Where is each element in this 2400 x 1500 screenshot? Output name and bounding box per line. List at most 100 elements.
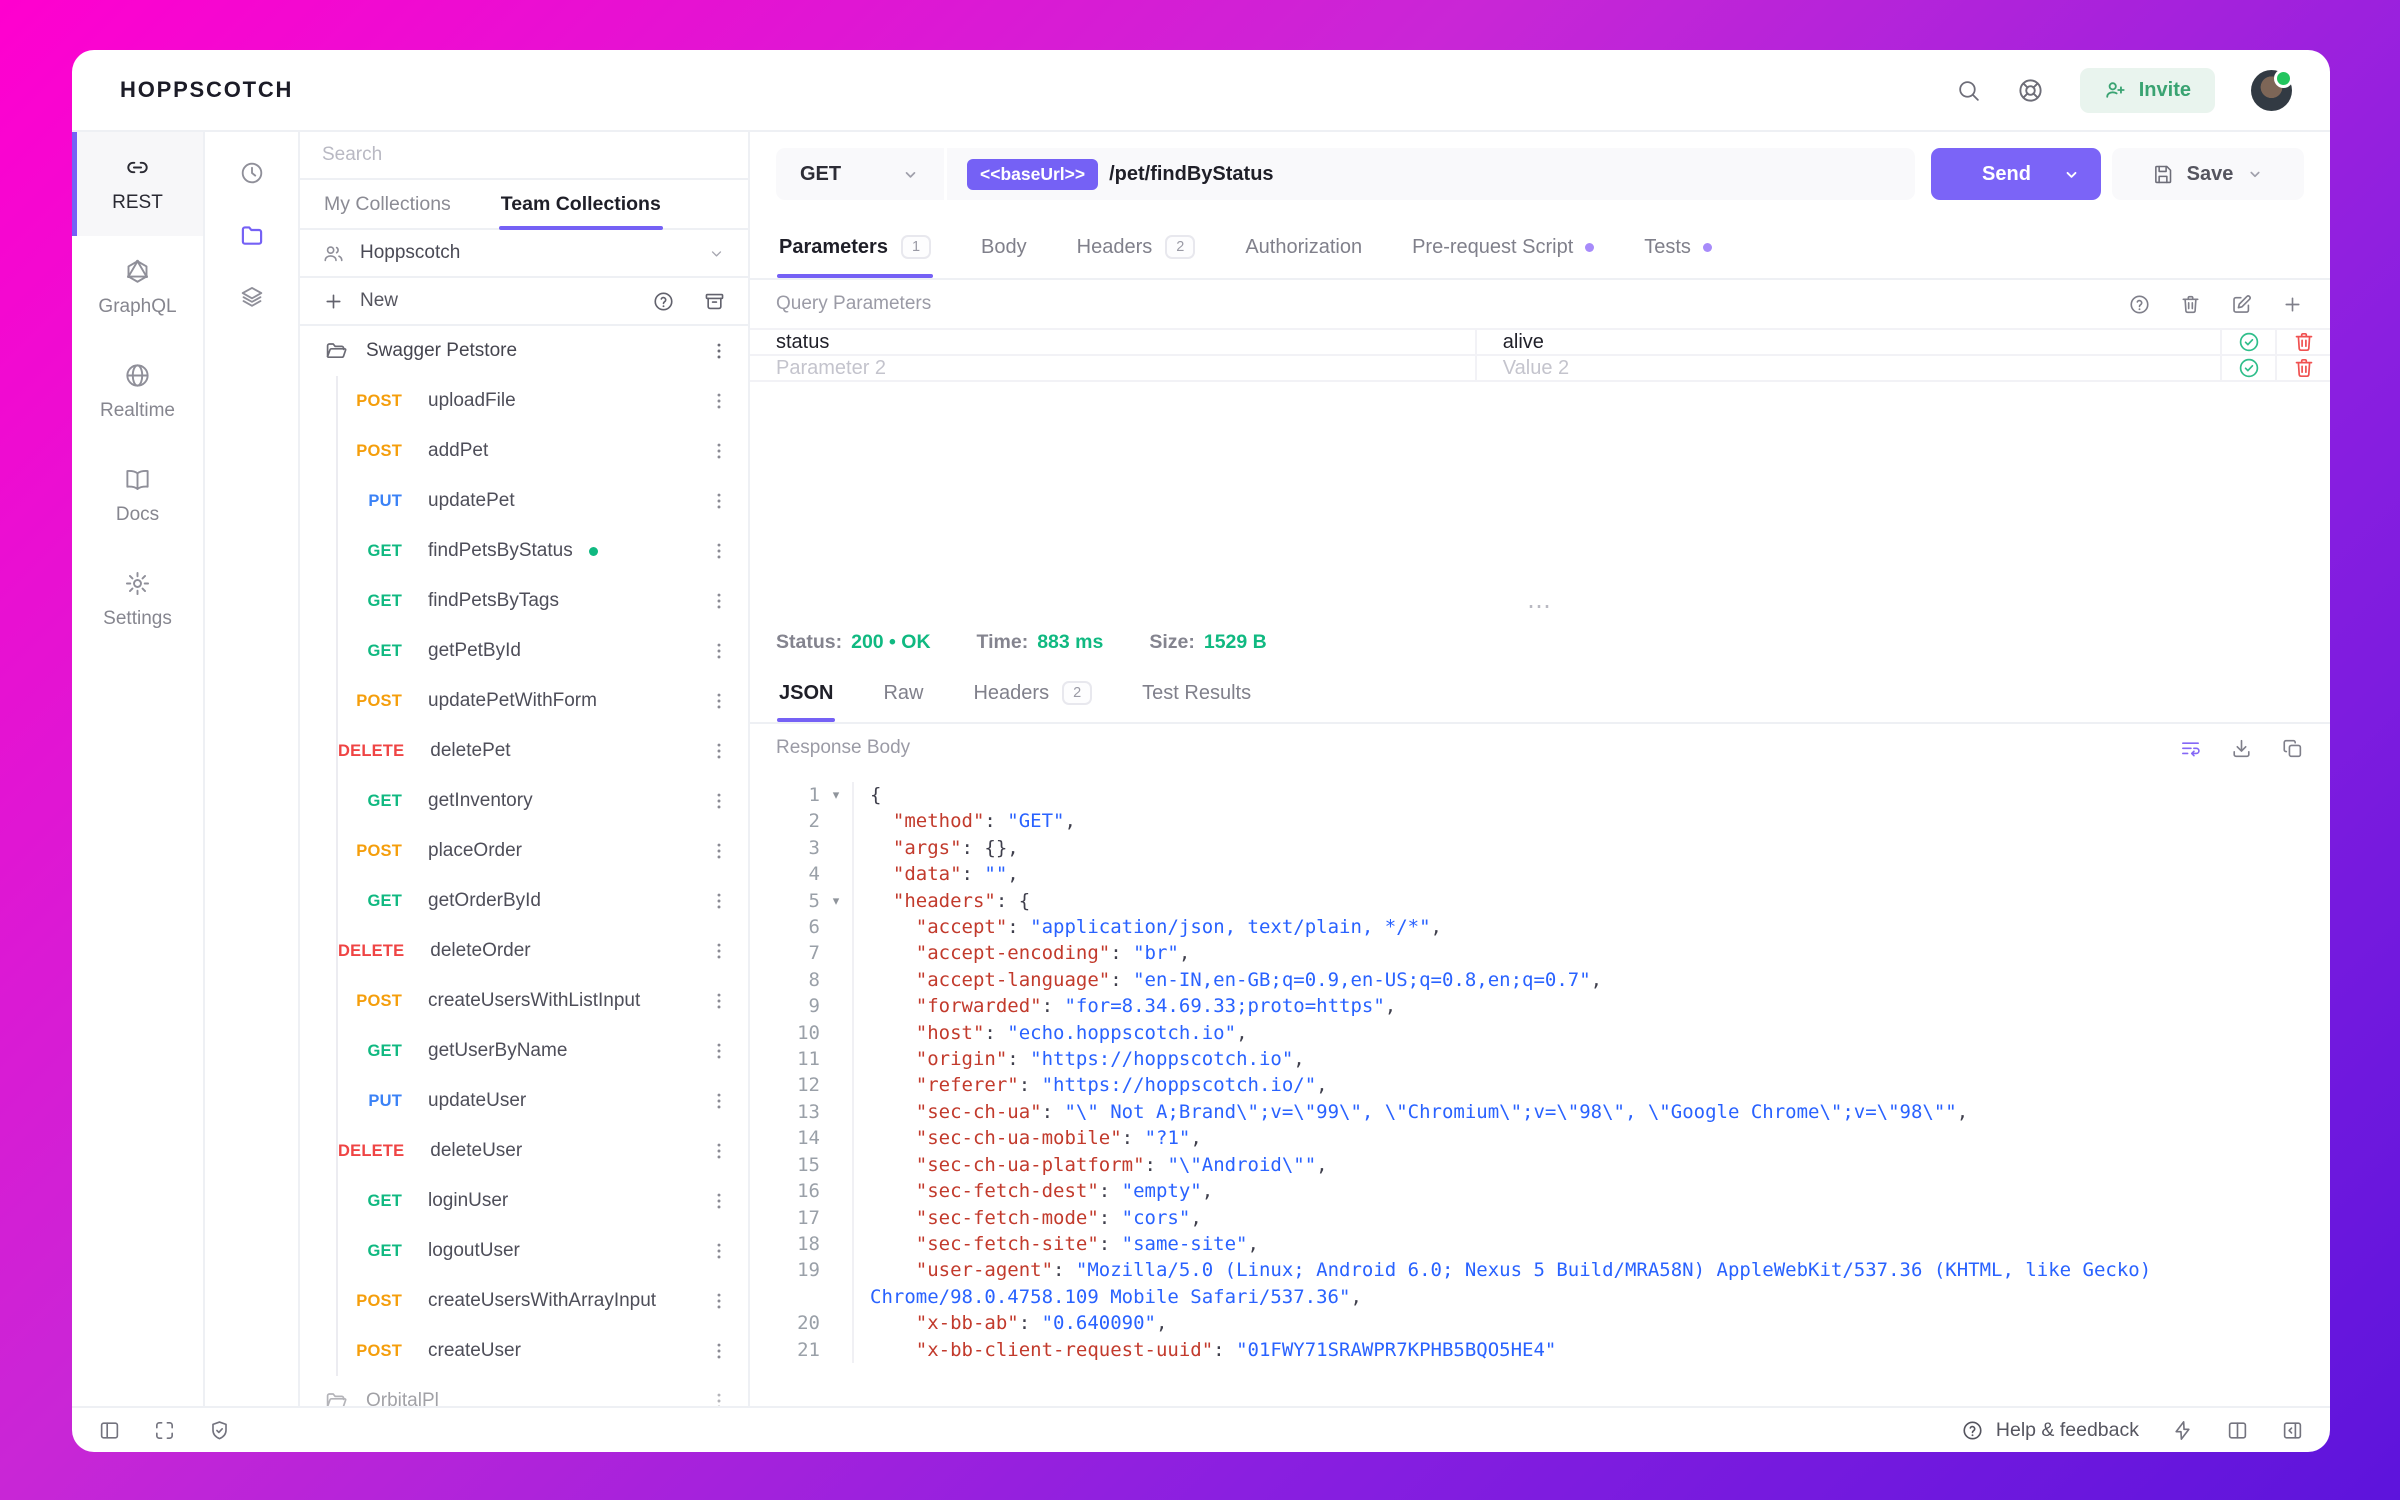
param-value-input[interactable]: Value 2 [1477, 356, 2220, 380]
help-feedback-link[interactable]: Help & feedback [1961, 1419, 2139, 1442]
param-active-toggle[interactable] [2220, 356, 2275, 380]
request-tab-pre-request-script[interactable]: Pre-request Script [1410, 216, 1596, 278]
request-item-loginuser[interactable]: GET loginUser [338, 1176, 748, 1226]
response-tab-test-results[interactable]: Test Results [1140, 664, 1253, 722]
nav-item-docs[interactable]: Docs [72, 444, 203, 548]
fullscreen-icon[interactable] [153, 1419, 176, 1442]
more-options-icon[interactable] [708, 740, 730, 762]
request-tab-authorization[interactable]: Authorization [1243, 216, 1364, 278]
request-item-logoutuser[interactable]: GET logoutUser [338, 1226, 748, 1276]
collections-search-input[interactable] [322, 144, 726, 166]
add-param-icon[interactable] [2281, 293, 2304, 316]
avatar[interactable] [2251, 68, 2293, 111]
request-item-updateuser[interactable]: PUT updateUser [338, 1076, 748, 1126]
response-code-viewer[interactable]: 1 ▾{2 "method": "GET", 3 "args": {}, 4 "dat… [750, 772, 2330, 1406]
more-options-icon[interactable] [708, 540, 730, 562]
chevron-down-icon[interactable] [2062, 165, 2081, 184]
request-item-getinventory[interactable]: GET getInventory [338, 776, 748, 826]
collections-tab-my[interactable]: My Collections [322, 180, 453, 228]
more-options-icon[interactable] [708, 640, 730, 662]
more-options-icon[interactable] [708, 440, 730, 462]
help-icon[interactable] [652, 290, 675, 313]
more-options-icon[interactable] [708, 990, 730, 1012]
pane-resize-handle[interactable] [750, 594, 2330, 620]
param-delete-button[interactable] [2275, 356, 2330, 380]
request-item-findpetsbytags[interactable]: GET findPetsByTags [338, 576, 748, 626]
nav-item-graphql[interactable]: GraphQL [72, 236, 203, 340]
more-options-icon[interactable] [708, 1240, 730, 1262]
team-selector[interactable]: Hoppscotch [300, 230, 748, 278]
more-options-icon[interactable] [708, 840, 730, 862]
download-icon[interactable] [2230, 737, 2253, 760]
response-tab-headers[interactable]: Headers 2 [971, 664, 1094, 722]
request-item-getuserbyname[interactable]: GET getUserByName [338, 1026, 748, 1076]
param-delete-button[interactable] [2275, 330, 2330, 354]
request-item-createuserswitharrayinput[interactable]: POST createUsersWithArrayInput [338, 1276, 748, 1326]
collection-item-partial[interactable]: OrbitalPl [300, 1376, 748, 1406]
delete-all-icon[interactable] [2179, 293, 2202, 316]
more-options-icon[interactable] [708, 690, 730, 712]
chevron-down-icon[interactable] [2246, 165, 2264, 183]
shortcuts-icon[interactable] [2171, 1419, 2194, 1442]
nav-item-realtime[interactable]: Realtime [72, 340, 203, 444]
request-item-createuser[interactable]: POST createUser [338, 1326, 748, 1376]
nav-item-rest[interactable]: REST [72, 132, 203, 236]
request-tab-body[interactable]: Body [979, 216, 1029, 278]
support-icon[interactable] [2017, 77, 2044, 104]
request-item-deletepet[interactable]: DELETE deletePet [338, 726, 748, 776]
split-layout-icon[interactable] [2226, 1419, 2249, 1442]
request-tab-headers[interactable]: Headers 2 [1075, 216, 1198, 278]
send-button[interactable]: Send [1931, 148, 2101, 200]
more-options-icon[interactable] [708, 1040, 730, 1062]
more-options-icon[interactable] [708, 390, 730, 412]
request-tab-tests[interactable]: Tests [1642, 216, 1714, 278]
wrap-lines-icon[interactable] [2179, 737, 2202, 760]
more-options-icon[interactable] [708, 890, 730, 912]
request-item-findpetsbystatus[interactable]: GET findPetsByStatus [338, 526, 748, 576]
param-key-input[interactable]: status [750, 330, 1477, 354]
new-collection-label[interactable]: New [360, 290, 398, 312]
request-item-updatepet[interactable]: PUT updatePet [338, 476, 748, 526]
plus-icon[interactable] [322, 290, 345, 313]
param-key-input[interactable]: Parameter 2 [750, 356, 1477, 380]
more-options-icon[interactable] [708, 1340, 730, 1362]
rail-item-collections[interactable] [205, 204, 298, 266]
request-item-deleteorder[interactable]: DELETE deleteOrder [338, 926, 748, 976]
param-active-toggle[interactable] [2220, 330, 2275, 354]
request-item-getpetbyid[interactable]: GET getPetById [338, 626, 748, 676]
method-select[interactable]: GET [776, 148, 944, 200]
request-item-uploadfile[interactable]: POST uploadFile [338, 376, 748, 426]
response-tab-json[interactable]: JSON [777, 664, 836, 722]
collapse-right-panel-icon[interactable] [2281, 1419, 2304, 1442]
shield-check-icon[interactable] [208, 1419, 231, 1442]
nav-item-settings[interactable]: Settings [72, 548, 203, 652]
request-item-deleteuser[interactable]: DELETE deleteUser [338, 1126, 748, 1176]
edit-icon[interactable] [2230, 293, 2253, 316]
request-item-createuserswithlistinput[interactable]: POST createUsersWithListInput [338, 976, 748, 1026]
rail-item-environments[interactable] [205, 266, 298, 328]
param-value-input[interactable]: alive [1477, 330, 2220, 354]
request-item-placeorder[interactable]: POST placeOrder [338, 826, 748, 876]
invite-button[interactable]: Invite [2079, 67, 2215, 113]
more-options-icon[interactable] [708, 1140, 730, 1162]
request-item-getorderbyid[interactable]: GET getOrderById [338, 876, 748, 926]
more-options-icon[interactable] [708, 1390, 730, 1406]
more-options-icon[interactable] [708, 1290, 730, 1312]
save-button[interactable]: Save [2112, 148, 2304, 200]
help-icon[interactable] [2128, 293, 2151, 316]
collection-item[interactable]: Swagger Petstore [300, 326, 748, 376]
more-options-icon[interactable] [708, 590, 730, 612]
collections-tab-team[interactable]: Team Collections [498, 180, 663, 230]
url-input[interactable]: <<baseUrl>> /pet/findByStatus [947, 148, 1915, 200]
request-item-addpet[interactable]: POST addPet [338, 426, 748, 476]
toggle-sidebar-icon[interactable] [98, 1419, 121, 1442]
more-options-icon[interactable] [708, 340, 730, 362]
more-options-icon[interactable] [708, 790, 730, 812]
rail-item-history[interactable] [205, 142, 298, 204]
request-tab-parameters[interactable]: Parameters 1 [777, 216, 934, 278]
more-options-icon[interactable] [708, 1190, 730, 1212]
more-options-icon[interactable] [708, 490, 730, 512]
search-icon[interactable] [1956, 78, 1981, 103]
copy-icon[interactable] [2281, 737, 2304, 760]
more-options-icon[interactable] [708, 940, 730, 962]
